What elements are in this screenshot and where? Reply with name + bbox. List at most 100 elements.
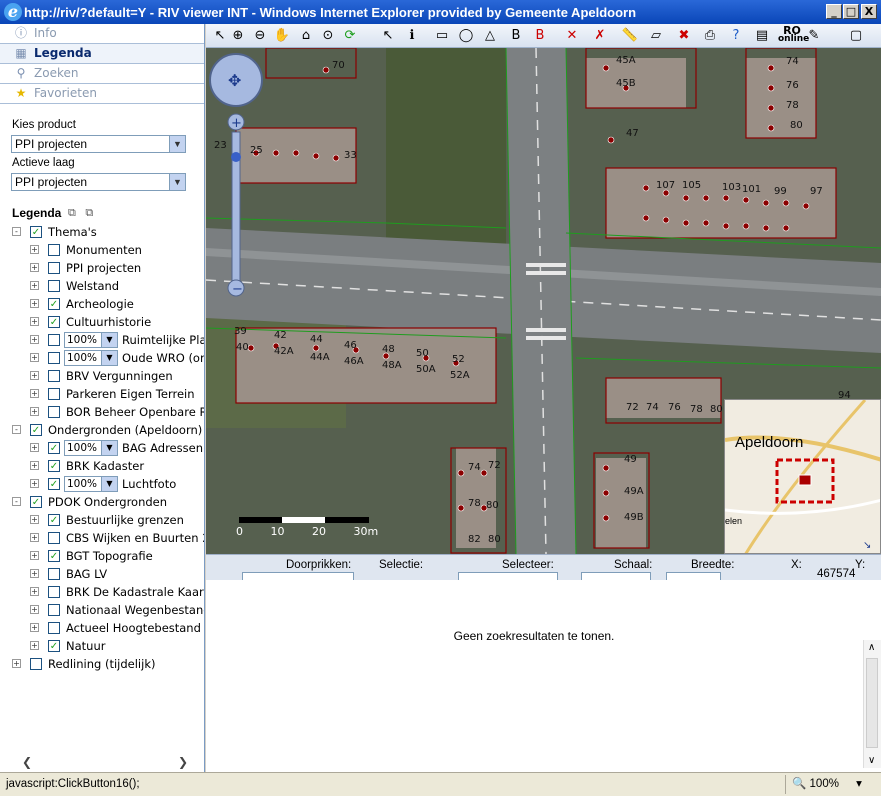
expand-icon[interactable]: + [30, 569, 39, 578]
expand-icon[interactable]: + [30, 263, 39, 272]
opacity-select[interactable]: 100% ▼ [64, 332, 118, 348]
layer-checkbox[interactable] [48, 244, 60, 256]
map-view[interactable]: 70 45A 45B 74 76 78 80 47 23 25 33 107 105 103 101 9… [206, 48, 881, 554]
layer-checkbox[interactable] [48, 262, 60, 274]
legend-item-label[interactable]: Archeologie [66, 295, 134, 313]
expand-icon[interactable]: + [30, 605, 39, 614]
legend-item-label[interactable]: BAG LV [66, 565, 107, 583]
chevron-down-icon[interactable]: ▼ [169, 136, 185, 152]
chevron-down-icon[interactable]: ▾ [856, 778, 862, 790]
opacity-select[interactable]: 100% ▼ [64, 350, 118, 366]
expand-icon[interactable]: + [30, 335, 39, 344]
bold-b-icon[interactable]: B [506, 26, 526, 46]
collapse-icon[interactable]: - [12, 425, 21, 434]
legend-item-label[interactable]: Ruimtelijke Pla [122, 331, 204, 349]
layer-checkbox[interactable] [48, 532, 60, 544]
legend-item-label[interactable]: PDOK Ondergronden [48, 493, 167, 511]
select-circle-icon[interactable]: ◯ [456, 26, 476, 46]
chevron-down-icon[interactable]: ▼ [101, 351, 117, 365]
scroll-thumb[interactable] [866, 658, 878, 748]
legend-item-label[interactable]: BOR Beheer Openbare Rui [66, 403, 204, 421]
layer-checkbox[interactable] [48, 568, 60, 580]
deselect-icon[interactable]: ✕ [562, 26, 582, 46]
overview-map[interactable]: ↘ Apeldoorn elen [724, 399, 881, 554]
layer-checkbox[interactable]: ✓ [48, 442, 60, 454]
help-icon[interactable]: ? [726, 26, 746, 46]
layer-checkbox[interactable] [48, 388, 60, 400]
layer-checkbox[interactable]: ✓ [48, 460, 60, 472]
legend-item-label[interactable]: Luchtfoto [122, 475, 176, 493]
select-rect-icon[interactable]: ▭ [432, 26, 452, 46]
legend-item-label[interactable]: Monumenten [66, 241, 142, 259]
layer-checkbox[interactable]: ✓ [48, 478, 60, 490]
layer-checkbox[interactable]: ✓ [48, 640, 60, 652]
layer-checkbox[interactable] [48, 370, 60, 382]
minimize-button[interactable]: _ [826, 4, 842, 19]
zoom-in-icon[interactable]: ⊕ [228, 26, 248, 46]
legend-item-label[interactable]: PPI projecten [66, 259, 141, 277]
horizontal-scrollbar[interactable]: ❮ ❯ [0, 754, 204, 772]
chevron-down-icon[interactable]: ▼ [101, 477, 117, 491]
redline-icon[interactable]: ✎ [804, 26, 824, 46]
expand-icon[interactable]: + [30, 389, 39, 398]
zoom-control[interactable]: 🔍 100% ▾ [785, 775, 879, 794]
select-arrow-icon[interactable]: ↖ [378, 26, 398, 46]
notes-icon[interactable]: ▤ [752, 26, 772, 46]
ro-online-icon[interactable]: RO online [778, 25, 809, 46]
expand-icon[interactable]: + [30, 353, 39, 362]
legend-item-label[interactable]: BRK Kadaster [66, 457, 144, 475]
expand-icon[interactable]: + [12, 659, 21, 668]
scroll-up-icon[interactable]: ∧ [868, 642, 875, 653]
clear-b-icon[interactable]: B [530, 26, 550, 46]
legend-item-label[interactable]: Redlining (tijdelijk) [48, 655, 155, 673]
chevron-down-icon[interactable]: ▼ [169, 174, 185, 190]
legend-item-label[interactable]: Natuur [66, 637, 105, 655]
expand-all-icon[interactable]: ⧉ [68, 206, 76, 219]
pan-cursor-icon[interactable]: ↖ [210, 26, 230, 46]
layer-checkbox[interactable]: ✓ [48, 514, 60, 526]
expand-icon[interactable]: + [30, 461, 39, 470]
vertical-scrollbar[interactable]: ∧ ∨ [863, 640, 881, 768]
legend-item-label[interactable]: BRV Vergunningen [66, 367, 173, 385]
layer-checkbox[interactable] [30, 658, 42, 670]
layer-select[interactable]: PPI projecten ▼ [11, 173, 186, 191]
chevron-down-icon[interactable]: ▼ [101, 441, 117, 455]
legend-item-label[interactable]: Ondergronden (Apeldoorn) [48, 421, 202, 439]
tab-legenda[interactable]: ▦ Legenda [0, 44, 204, 64]
expand-icon[interactable]: + [30, 515, 39, 524]
expand-icon[interactable]: + [30, 533, 39, 542]
expand-icon[interactable]: + [30, 551, 39, 560]
expand-icon[interactable]: + [30, 245, 39, 254]
tab-favorieten[interactable]: ★ Favorieten [0, 84, 204, 104]
print-icon[interactable]: ⎙ [700, 26, 720, 46]
legend-item-label[interactable]: Welstand [66, 277, 119, 295]
home-icon[interactable]: ⌂ [296, 26, 316, 46]
layer-checkbox[interactable]: ✓ [30, 226, 42, 238]
clear-selection-icon[interactable]: ✗ [590, 26, 610, 46]
measure-area-icon[interactable]: ▱ [646, 26, 666, 46]
window-icon[interactable]: ▢ [846, 26, 866, 46]
layer-checkbox[interactable] [48, 280, 60, 292]
select-polygon-icon[interactable]: △ [480, 26, 500, 46]
expand-icon[interactable]: + [30, 479, 39, 488]
legend-item-label[interactable]: CBS Wijken en Buurten 2 [66, 529, 204, 547]
expand-icon[interactable]: + [30, 371, 39, 380]
layer-checkbox[interactable]: ✓ [30, 496, 42, 508]
layer-checkbox[interactable]: ✓ [30, 424, 42, 436]
layer-checkbox[interactable] [48, 586, 60, 598]
legend-item-label[interactable]: Nationaal Wegenbestand [66, 601, 204, 619]
scroll-left-icon[interactable]: ❮ [20, 756, 34, 770]
layer-checkbox[interactable] [48, 406, 60, 418]
legend-item-label[interactable]: BRK De Kadastrale Kaart [66, 583, 204, 601]
expand-icon[interactable]: + [30, 407, 39, 416]
refresh-icon[interactable]: ⟳ [340, 26, 360, 46]
legend-item-label[interactable]: BGT Topografie [66, 547, 153, 565]
scroll-right-icon[interactable]: ❯ [176, 756, 190, 770]
layer-checkbox[interactable]: ✓ [48, 316, 60, 328]
layer-checkbox[interactable] [48, 352, 60, 364]
zoom-out-icon[interactable]: ⊖ [250, 26, 270, 46]
expand-icon[interactable]: + [30, 641, 39, 650]
legend-item-label[interactable]: BAG Adressen [122, 439, 203, 457]
expand-icon[interactable]: + [30, 623, 39, 632]
tab-zoeken[interactable]: ⚲ Zoeken [0, 64, 204, 84]
